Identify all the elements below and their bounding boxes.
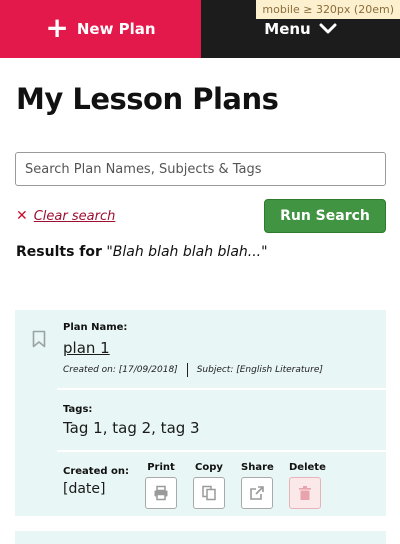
- breakpoint-badge: mobile ≥ 320px (20em): [256, 0, 400, 19]
- created-block: Created on: [date]: [63, 466, 129, 497]
- plan-created-meta: Created on: [17/09/2018]: [63, 365, 178, 375]
- menu-label: Menu: [264, 20, 311, 38]
- tags-label: Tags:: [63, 404, 93, 415]
- results-query: "Blah blah blah blah...": [106, 244, 268, 260]
- trash-icon: [299, 486, 311, 500]
- plan-name-link[interactable]: plan 1: [63, 339, 110, 357]
- run-search-button[interactable]: Run Search: [264, 199, 386, 233]
- print-label: Print: [147, 462, 175, 473]
- page-title: My Lesson Plans: [16, 82, 279, 116]
- new-plan-button[interactable]: + New Plan: [0, 0, 201, 58]
- print-icon: [154, 485, 168, 501]
- search-input[interactable]: [15, 152, 386, 186]
- created-label: Created on:: [63, 466, 129, 477]
- tags-value: Tag 1, tag 2, tag 3: [63, 419, 200, 437]
- chevron-down-icon: [319, 23, 337, 34]
- results-prefix: Results for: [16, 244, 102, 260]
- delete-button[interactable]: [289, 477, 321, 509]
- delete-label: Delete: [289, 462, 326, 473]
- results-summary: Results for "Blah blah blah blah...": [16, 244, 268, 260]
- plan-name-label: Plan Name:: [63, 322, 128, 333]
- bookmark-icon[interactable]: [32, 330, 46, 348]
- close-icon: ✕: [16, 208, 28, 224]
- clear-search-label: Clear search: [33, 208, 116, 224]
- share-icon: [250, 486, 264, 500]
- clear-search-link[interactable]: ✕ Clear search: [16, 208, 115, 224]
- plan-name-section: Plan Name: plan 1 Created on: [17/09/201…: [57, 310, 386, 390]
- plan-actions-section: Created on: [date] Print Copy Share Dele…: [57, 452, 386, 516]
- plan-card-next: [15, 531, 386, 544]
- print-action: Print: [145, 462, 177, 509]
- share-action: Share: [241, 462, 274, 509]
- meta-divider: [186, 363, 188, 377]
- copy-icon: [202, 485, 216, 501]
- plus-icon: +: [45, 10, 69, 44]
- created-value: [date]: [63, 481, 106, 497]
- copy-label: Copy: [195, 462, 223, 473]
- print-button[interactable]: [145, 477, 177, 509]
- plan-card: Plan Name: plan 1 Created on: [17/09/201…: [15, 310, 386, 516]
- delete-action: Delete: [289, 462, 326, 509]
- plan-tags-section: Tags: Tag 1, tag 2, tag 3: [57, 390, 386, 452]
- plan-meta: Created on: [17/09/2018] Subject: [Engli…: [63, 363, 380, 377]
- share-label: Share: [241, 462, 274, 473]
- new-plan-label: New Plan: [76, 20, 156, 38]
- plan-subject-meta: Subject: [English Literature]: [196, 365, 323, 375]
- share-button[interactable]: [241, 477, 273, 509]
- copy-action: Copy: [193, 462, 225, 509]
- copy-button[interactable]: [193, 477, 225, 509]
